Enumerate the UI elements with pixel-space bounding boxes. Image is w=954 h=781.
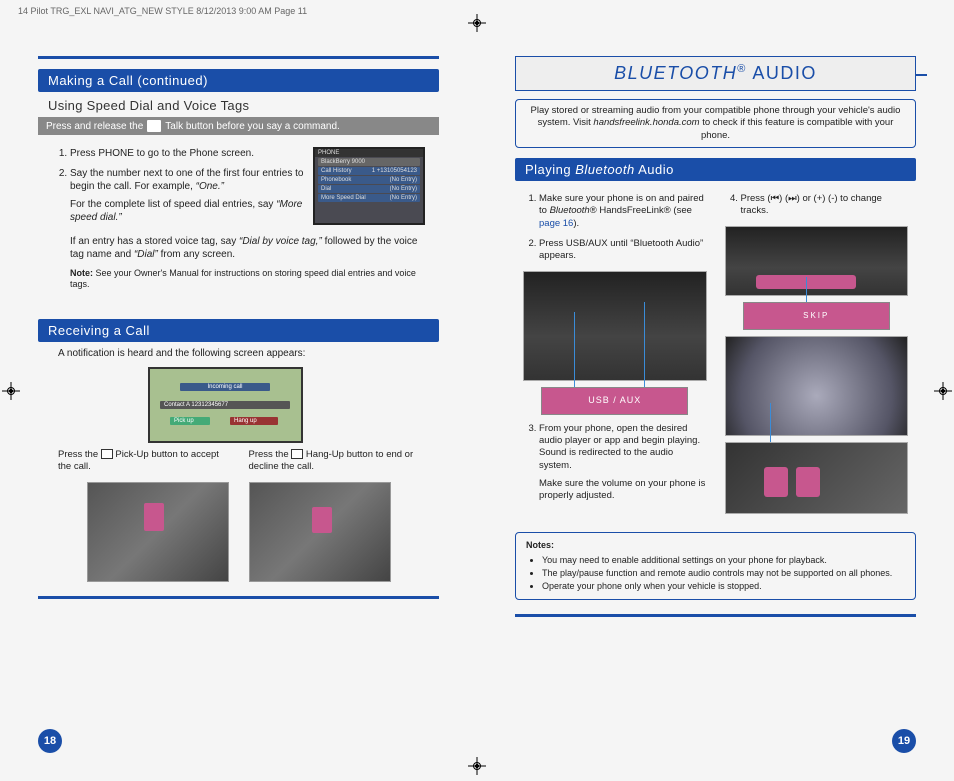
subhead-speed-dial: Using Speed Dial and Voice Tags: [48, 98, 439, 113]
nav-pickup: Pick up: [170, 417, 210, 425]
section-receiving-call: Receiving a Call: [38, 319, 439, 342]
bt-step-3b: Make sure the volume on your phone is pr…: [539, 478, 707, 503]
nav-hangup: Hang up: [230, 417, 278, 425]
bt-grid: Make sure your phone is on and paired to…: [515, 187, 916, 526]
phone-device: BlackBerry 9000: [318, 158, 420, 166]
step-1: Press PHONE to go to the Phone screen.: [70, 147, 305, 161]
bt-step-3: From your phone, open the desired audio …: [539, 423, 707, 503]
talk-instruction-bar: Press and release the Talk button before…: [38, 117, 439, 135]
phone-row-1: Call History1 +13105054123: [318, 167, 420, 175]
talk-post: Talk button before you say a command.: [165, 121, 340, 132]
steering-wheel-image-1: [725, 336, 909, 436]
skip-button-image: SKIP: [743, 302, 890, 330]
hangup-icon: [291, 449, 303, 459]
audio-panel-image: [523, 271, 707, 381]
print-slug: 14 Pilot TRG_EXL NAVI_ATG_NEW STYLE 8/12…: [18, 6, 307, 16]
owners-manual-note: Note: See your Owner's Manual for instru…: [70, 268, 425, 291]
step-2: Say the number next to one of the first …: [70, 167, 305, 225]
usb-aux-button-image: USB / AUX: [541, 387, 688, 415]
notes-heading: Notes:: [526, 539, 905, 551]
step-2-text: Say the number next to one of the first …: [70, 168, 303, 193]
rule-bottom-left: [38, 596, 439, 599]
section-making-call: Making a Call (continued): [38, 69, 439, 92]
hangup-caption: Press the Hang-Up button to end or decli…: [249, 449, 420, 474]
page-number-18: 18: [38, 729, 62, 753]
phone-screen-image: PHONE BlackBerry 9000 Call History1 +131…: [313, 147, 425, 225]
rule-bottom-right: [515, 614, 916, 617]
bt-right-col: Press (⏮) (⏭) or (+) (-) to change track…: [725, 193, 909, 520]
page-number-19: 19: [892, 729, 916, 753]
step-2-em: “One.”: [196, 181, 224, 192]
phone-row-3: Dial(No Entry): [318, 185, 420, 193]
skip-panel-image: [725, 226, 909, 296]
talk-icon: [147, 120, 161, 132]
hangup-button-image: [249, 482, 391, 582]
pickup-caption: Press the Pick-Up button to accept the c…: [58, 449, 229, 474]
skip-label: SKIP: [803, 311, 829, 321]
section-playing-bt: Playing Bluetooth Audio: [515, 158, 916, 181]
steering-wheel-image-2: [725, 442, 909, 514]
nav-contact: Contact A 12312345677: [160, 401, 290, 409]
bt-left-col: Make sure your phone is on and paired to…: [523, 193, 707, 520]
nav-screen-image: Incoming call Contact A 12312345677 Pick…: [148, 367, 303, 443]
pickup-button-image: [87, 482, 229, 582]
usb-aux-label: USB / AUX: [588, 395, 641, 407]
page-19: BLUETOOTH® AUDIO Play stored or streamin…: [477, 28, 954, 781]
intro-box: Play stored or streaming audio from your…: [515, 99, 916, 148]
note-3: Operate your phone only when your vehicl…: [542, 580, 905, 592]
phone-title: PHONE: [315, 149, 423, 157]
step-2-after: For the complete list of speed dial entr…: [70, 199, 276, 210]
nav-incoming: Incoming call: [180, 383, 270, 391]
call-button-captions: Press the Pick-Up button to accept the c…: [38, 449, 439, 474]
voice-tag-paragraph: If an entry has a stored voice tag, say …: [70, 235, 425, 262]
rule-top: [38, 56, 439, 59]
phone-row-4: More Speed Dial(No Entry): [318, 194, 420, 202]
bt-step-2: Press USB/AUX until “Bluetooth Audio” ap…: [539, 238, 707, 263]
bt-step-4: Press (⏮) (⏭) or (+) (-) to change track…: [741, 193, 909, 218]
note-1: You may need to enable additional settin…: [542, 554, 905, 566]
page-18: Making a Call (continued) Using Speed Di…: [0, 28, 477, 781]
speed-dial-content: Press PHONE to go to the Phone screen. S…: [38, 143, 439, 305]
steering-button-images: [38, 482, 439, 582]
notes-box: Notes: You may need to enable additional…: [515, 532, 916, 601]
phone-row-2: Phonebook(No Entry): [318, 176, 420, 184]
talk-pre: Press and release the: [46, 121, 143, 132]
pickup-icon: [101, 449, 113, 459]
bluetooth-audio-title: BLUETOOTH® AUDIO: [515, 56, 916, 91]
note-2: The play/pause function and remote audio…: [542, 567, 905, 579]
bt-step-1: Make sure your phone is on and paired to…: [539, 193, 707, 230]
notification-text: A notification is heard and the followin…: [58, 348, 439, 359]
steps-list: Press PHONE to go to the Phone screen. S…: [52, 147, 305, 225]
